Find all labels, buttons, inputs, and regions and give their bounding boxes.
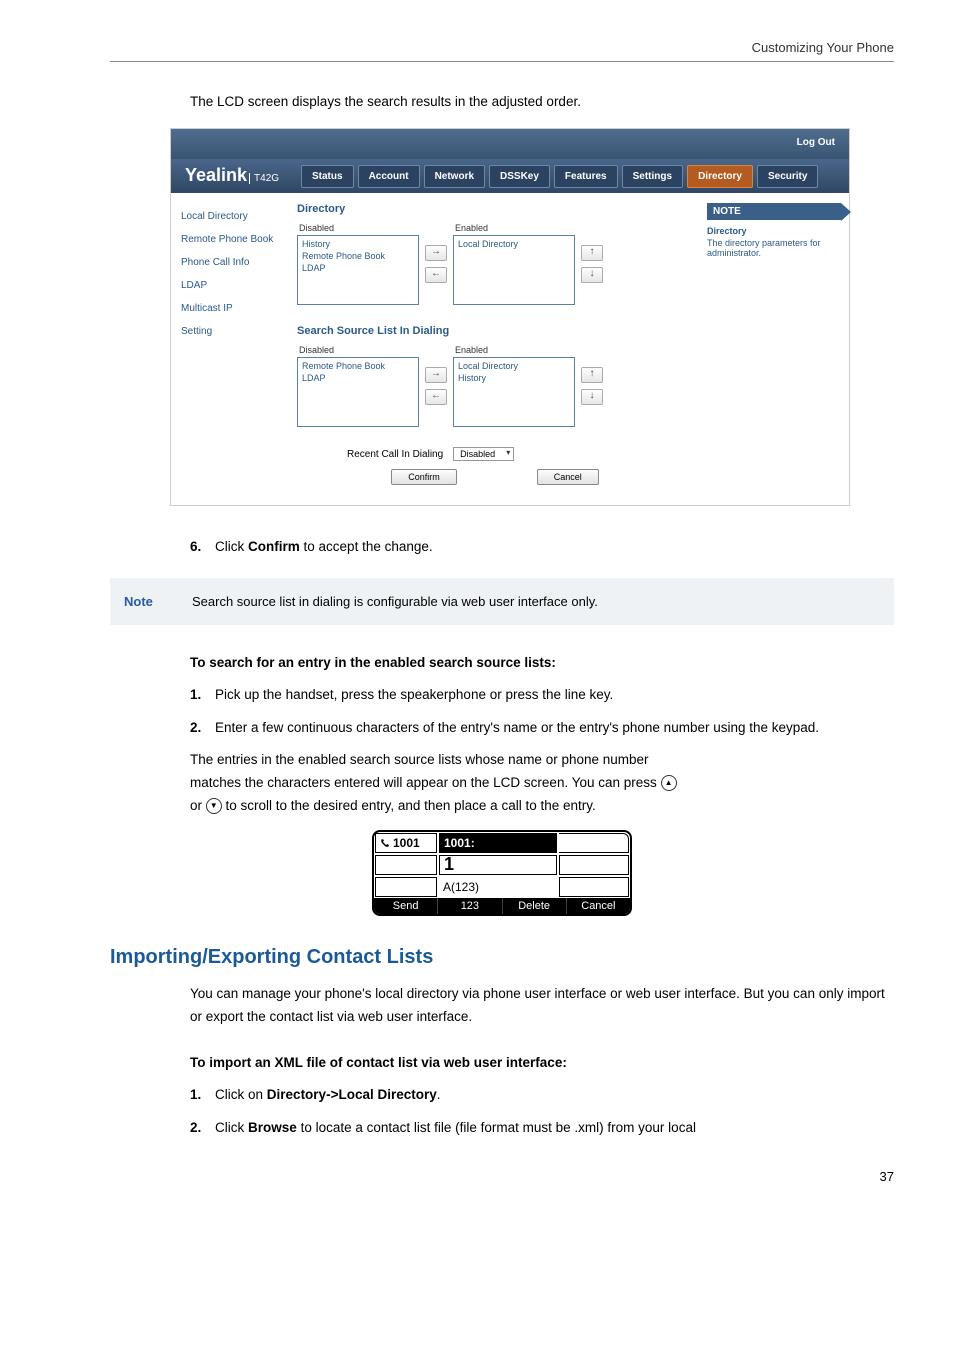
page-number: 37 [110, 1169, 894, 1184]
softkey-123[interactable]: 123 [438, 898, 502, 914]
tab-settings[interactable]: Settings [622, 165, 683, 188]
note-header: NOTE [707, 203, 841, 220]
sidebar-item-ldap[interactable]: LDAP [179, 274, 283, 297]
list-item[interactable]: LDAP [300, 262, 416, 274]
note-column: NOTE Directory The directory parameters … [699, 193, 849, 505]
softkey-delete[interactable]: Delete [503, 898, 567, 914]
section-directory-title: Directory [297, 203, 693, 215]
subhead-import-xml: To import an XML file of contact list vi… [190, 1055, 894, 1070]
list-item[interactable]: LDAP [300, 372, 416, 384]
lcd-empty [559, 855, 629, 875]
handset-icon [380, 838, 390, 848]
lcd-screen: 1001 1001: 1 A(123) Send 123 Delete Canc… [372, 830, 632, 916]
search-disabled-list[interactable]: Remote Phone Book LDAP [297, 357, 419, 427]
step-number: 2. [190, 1120, 201, 1135]
directory-disabled-list[interactable]: History Remote Phone Book LDAP [297, 235, 419, 305]
list-item[interactable]: Remote Phone Book [300, 250, 416, 262]
move-up-button[interactable]: ↑ [581, 245, 603, 261]
page-header: Customizing Your Phone [110, 40, 894, 62]
move-right-button[interactable]: → [425, 245, 447, 261]
section-search-source-title: Search Source List In Dialing [297, 325, 693, 337]
tab-status[interactable]: Status [301, 165, 354, 188]
sidebar-item-multicast-ip[interactable]: Multicast IP [179, 297, 283, 320]
sidebar-item-phone-call-info[interactable]: Phone Call Info [179, 251, 283, 274]
subhead-search-entry: To search for an entry in the enabled se… [190, 655, 894, 670]
webui-screenshot: Log Out YealinkT42G Status Account Netwo… [170, 128, 850, 506]
note-label: Note [124, 594, 174, 609]
enabled-label-2: Enabled [453, 345, 575, 355]
sidebar: Local Directory Remote Phone Book Phone … [171, 193, 291, 505]
move-down-button-2[interactable]: ↓ [581, 389, 603, 405]
directory-list-pair: Disabled History Remote Phone Book LDAP … [297, 223, 693, 305]
enabled-label: Enabled [453, 223, 575, 233]
webui-topbar: Log Out [171, 129, 849, 159]
lcd-highlight: 1001: [439, 833, 557, 853]
step-number: 2. [190, 720, 201, 735]
list-item[interactable]: History [300, 238, 416, 250]
lcd-empty [375, 855, 437, 875]
move-left-button-2[interactable]: ← [425, 389, 447, 405]
lcd-empty [559, 833, 629, 853]
section-heading: Importing/Exporting Contact Lists [110, 946, 894, 969]
search-enabled-list[interactable]: Local Directory History [453, 357, 575, 427]
sidebar-item-remote-phone-book[interactable]: Remote Phone Book [179, 228, 283, 251]
intro-paragraph: The LCD screen displays the search resul… [190, 92, 894, 112]
move-right-button-2[interactable]: → [425, 367, 447, 383]
tab-account[interactable]: Account [358, 165, 420, 188]
disabled-label-2: Disabled [297, 345, 419, 355]
recent-call-label: Recent Call In Dialing [347, 449, 443, 460]
tab-network[interactable]: Network [424, 165, 485, 188]
brand-logo: YealinkT42G [185, 165, 279, 186]
list-item[interactable]: Remote Phone Book [300, 360, 416, 372]
list-item[interactable]: Local Directory [456, 360, 572, 372]
note-title: Directory [707, 226, 841, 236]
step-number: 6. [190, 539, 201, 554]
step-text: Pick up the handset, press the speakerph… [215, 687, 613, 702]
lcd-input-mode: A(123) [439, 877, 557, 897]
step-text: Enter a few continuous characters of the… [215, 720, 819, 735]
tab-dsskey[interactable]: DSSKey [489, 165, 550, 188]
move-left-button[interactable]: ← [425, 267, 447, 283]
cancel-button[interactable]: Cancel [537, 469, 599, 485]
step-number: 1. [190, 687, 201, 702]
note-bar: Note Search source list in dialing is co… [110, 578, 894, 625]
search-source-list-pair: Disabled Remote Phone Book LDAP → ← Enab… [297, 345, 693, 427]
step-c1: 1. Click on Directory->Local Directory. [190, 1084, 894, 1106]
recent-call-select[interactable]: Disabled [453, 447, 514, 461]
lcd-softkeys: Send 123 Delete Cancel [374, 898, 630, 914]
lcd-digit: 1 [439, 855, 557, 875]
note-body: Search source list in dialing is configu… [192, 594, 598, 609]
step-b1: 1. Pick up the handset, press the speake… [190, 684, 894, 706]
sidebar-item-local-directory[interactable]: Local Directory [179, 205, 283, 228]
directory-enabled-list[interactable]: Local Directory [453, 235, 575, 305]
step-number: 1. [190, 1087, 201, 1102]
recent-call-row: Recent Call In Dialing Disabled [347, 447, 693, 461]
center-panel: Directory Disabled History Remote Phone … [291, 193, 699, 505]
para-after-steps: The entries in the enabled search source… [190, 749, 894, 818]
move-down-button[interactable]: ↓ [581, 267, 603, 283]
step-c2: 2. Click Browse to locate a contact list… [190, 1117, 894, 1139]
confirm-button[interactable]: Confirm [391, 469, 457, 485]
logout-link[interactable]: Log Out [797, 137, 835, 148]
step-b2: 2. Enter a few continuous characters of … [190, 717, 894, 739]
lcd-empty [559, 877, 629, 897]
step-6: 6. Click Confirm to accept the change. [190, 536, 894, 558]
note-text: The directory parameters for administrat… [707, 238, 841, 258]
sidebar-item-setting[interactable]: Setting [179, 320, 283, 343]
down-key-icon: ▼ [206, 798, 222, 814]
tab-directory[interactable]: Directory [687, 165, 753, 188]
lcd-line-indicator: 1001 [375, 833, 437, 853]
tab-security[interactable]: Security [757, 165, 818, 188]
section-body: You can manage your phone's local direct… [190, 983, 894, 1029]
list-item[interactable]: Local Directory [456, 238, 572, 250]
list-item[interactable]: History [456, 372, 572, 384]
lcd-empty [375, 877, 437, 897]
move-up-button-2[interactable]: ↑ [581, 367, 603, 383]
tab-features[interactable]: Features [554, 165, 618, 188]
disabled-label: Disabled [297, 223, 419, 233]
up-key-icon: ▲ [661, 775, 677, 791]
softkey-send[interactable]: Send [374, 898, 438, 914]
header-title: Customizing Your Phone [752, 40, 894, 55]
softkey-cancel[interactable]: Cancel [567, 898, 630, 914]
